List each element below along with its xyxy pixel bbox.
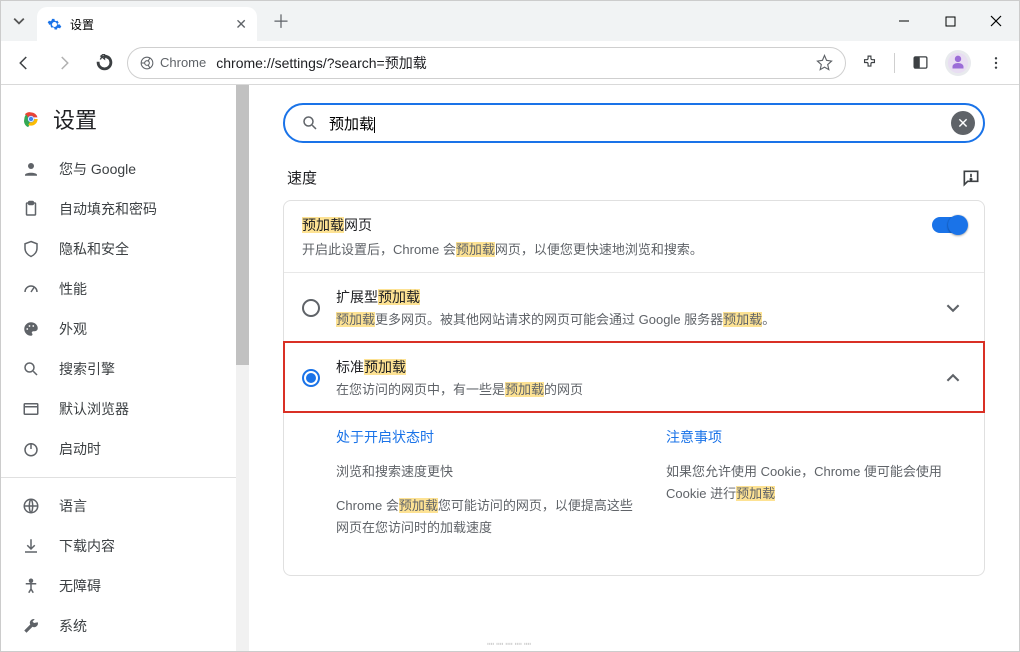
side-panel-icon[interactable] <box>903 46 937 80</box>
separator <box>894 53 895 73</box>
address-bar[interactable]: Chrome chrome://settings/?search=预加载 <box>127 47 846 79</box>
minimize-button[interactable] <box>881 1 927 41</box>
chrome-label: Chrome <box>140 55 206 70</box>
shield-icon <box>21 239 41 259</box>
settings-sidebar: 设置 您与 Google 自动填充和密码 隐私和安全 性能 外观 搜索引擎 默认… <box>1 85 236 651</box>
wrench-icon <box>21 616 41 636</box>
preload-title: 预加载网页 <box>302 215 920 235</box>
sidebar-item-privacy[interactable]: 隐私和安全 <box>1 229 236 269</box>
sidebar-item-accessibility[interactable]: 无障碍 <box>1 566 236 606</box>
preload-desc: 开启此设置后，Chrome 会预加载网页，以便您更快速地浏览和搜索。 <box>302 239 920 258</box>
search-icon <box>301 114 319 132</box>
sidebar-scrollbar[interactable] <box>236 85 249 651</box>
detail-right-heading: 注意事项 <box>666 427 966 447</box>
palette-icon <box>21 319 41 339</box>
preload-toggle[interactable] <box>932 217 966 233</box>
detail-left-p1: 浏览和搜索速度更快 <box>336 461 636 483</box>
sidebar-item-system[interactable]: 系统 <box>1 606 236 646</box>
sidebar-item-on-startup[interactable]: 启动时 <box>1 429 236 469</box>
sidebar-item-downloads[interactable]: 下载内容 <box>1 526 236 566</box>
resize-grip: ┉┉┉┉┉ <box>487 641 533 651</box>
clear-search-icon[interactable]: ✕ <box>951 111 975 135</box>
settings-brand: 设置 <box>1 101 236 149</box>
preload-option-extended[interactable]: 扩展型预加载 预加载更多网页。被其他网站请求的网页可能会通过 Google 服务… <box>284 272 984 342</box>
clipboard-icon <box>21 199 41 219</box>
speedometer-icon <box>21 279 41 299</box>
person-icon <box>21 159 41 179</box>
forward-button[interactable] <box>47 46 81 80</box>
preload-header: 预加载网页 开启此设置后，Chrome 会预加载网页，以便您更快速地浏览和搜索。 <box>284 201 984 272</box>
detail-left-p2: Chrome 会预加载您可能访问的网页，以便提高这些网页在您访问时的加载速度 <box>336 495 636 539</box>
gear-icon <box>47 17 62 32</box>
browser-tab[interactable]: 设置 ✕ <box>37 7 257 41</box>
chevron-up-icon[interactable] <box>940 371 966 385</box>
radio-checked-icon[interactable] <box>302 369 320 387</box>
browser-icon <box>21 399 41 419</box>
profile-avatar[interactable] <box>941 46 975 80</box>
sidebar-item-performance[interactable]: 性能 <box>1 269 236 309</box>
maximize-button[interactable] <box>927 1 973 41</box>
power-icon <box>21 439 41 459</box>
window-controls <box>881 1 1019 41</box>
settings-title: 设置 <box>53 103 97 135</box>
download-icon <box>21 536 41 556</box>
tab-dropdown-button[interactable] <box>1 1 37 41</box>
detail-right-p1: 如果您允许使用 Cookie，Chrome 便可能会使用 Cookie 进行预加… <box>666 461 966 505</box>
close-tab-icon[interactable]: ✕ <box>235 16 247 33</box>
sidebar-separator <box>1 477 236 478</box>
feedback-icon[interactable] <box>961 168 981 188</box>
sidebar-item-autofill[interactable]: 自动填充和密码 <box>1 189 236 229</box>
preload-detail-panel: 处于开启状态时 浏览和搜索速度更快 Chrome 会预加载您可能访问的网页，以便… <box>284 412 984 575</box>
menu-dots-icon[interactable] <box>979 46 1013 80</box>
search-value: 预加载 <box>329 113 375 134</box>
preload-option-standard[interactable]: 标准预加载 在您访问的网页中，有一些是预加载的网页 <box>284 342 984 412</box>
chevron-down-icon[interactable] <box>940 301 966 315</box>
accessibility-icon <box>21 576 41 596</box>
sidebar-item-search-engine[interactable]: 搜索引擎 <box>1 349 236 389</box>
sidebar-item-default-browser[interactable]: 默认浏览器 <box>1 389 236 429</box>
url-text: chrome://settings/?search=预加载 <box>216 53 426 73</box>
section-title: 速度 <box>287 167 317 188</box>
new-tab-button[interactable]: ＋ <box>267 7 295 35</box>
tab-title: 设置 <box>70 16 227 33</box>
settings-search-input[interactable]: 预加载 ✕ <box>283 103 985 143</box>
sidebar-item-appearance[interactable]: 外观 <box>1 309 236 349</box>
sidebar-item-languages[interactable]: 语言 <box>1 486 236 526</box>
settings-main: 预加载 ✕ 速度 预加载网页 开启此设置后，Chrome 会预加载网页，以便您更… <box>249 85 1019 651</box>
bookmark-star-icon[interactable] <box>816 54 833 71</box>
sidebar-item-you-and-google[interactable]: 您与 Google <box>1 149 236 189</box>
search-icon <box>21 359 41 379</box>
back-button[interactable] <box>7 46 41 80</box>
radio-unchecked-icon[interactable] <box>302 299 320 317</box>
preload-card: 预加载网页 开启此设置后，Chrome 会预加载网页，以便您更快速地浏览和搜索。… <box>283 200 985 576</box>
globe-icon <box>21 496 41 516</box>
extensions-icon[interactable] <box>852 46 886 80</box>
chrome-logo-icon <box>21 109 41 129</box>
browser-toolbar: Chrome chrome://settings/?search=预加载 <box>1 41 1019 85</box>
close-window-button[interactable] <box>973 1 1019 41</box>
text-cursor <box>374 117 375 133</box>
detail-left-heading: 处于开启状态时 <box>336 427 636 447</box>
reload-button[interactable] <box>87 46 121 80</box>
window-titlebar: 设置 ✕ ＋ <box>1 1 1019 41</box>
